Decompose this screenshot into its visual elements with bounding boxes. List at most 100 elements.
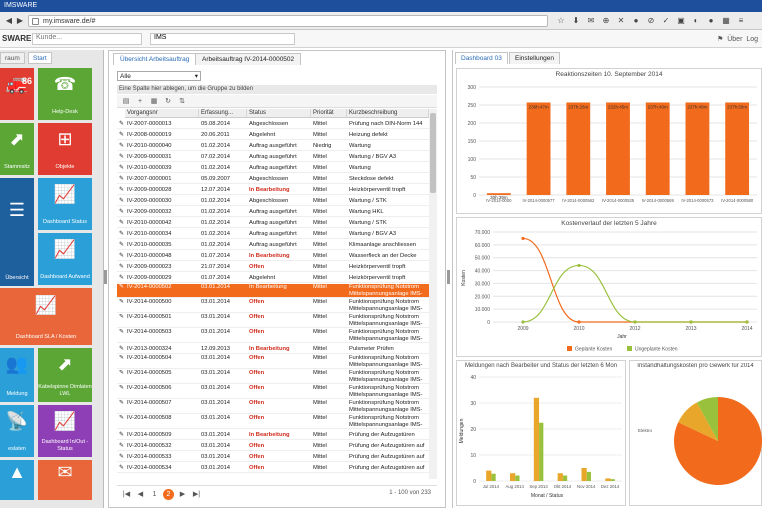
left-splitter[interactable] (104, 270, 107, 284)
toolbar-button[interactable]: ↻ (163, 97, 173, 106)
logout-link[interactable]: Log (746, 36, 758, 43)
toolbar-button[interactable]: ▦ (149, 97, 159, 106)
tab-uebersicht[interactable]: Übersicht Arbeitsauftrag (113, 53, 197, 65)
table-row[interactable]: ✎ IV-2010-0000035 01.02.2014 Auftrag ausgef… (117, 240, 429, 250)
table-row[interactable]: ✎ IV-2009-0000030 01.02.2014 Abgeschlossen M… (117, 196, 429, 206)
edit-icon[interactable]: ✎ (117, 163, 125, 173)
customer-search[interactable] (32, 33, 142, 45)
edit-icon[interactable]: ✎ (117, 400, 125, 407)
edit-icon[interactable]: ✎ (117, 370, 125, 377)
table-row[interactable]: ✎ IV-2007-0000001 05.09.2007 Abgeschlossen M… (117, 174, 429, 184)
edit-icon[interactable]: ✎ (117, 119, 125, 129)
edit-icon[interactable]: ✎ (117, 141, 125, 151)
toolbar-button[interactable]: ▤ (121, 97, 131, 106)
extension-icon[interactable]: ⬇ (571, 16, 581, 26)
tab-dashboard[interactable]: Dashboard 03 (455, 52, 508, 64)
global-search-input[interactable] (154, 34, 294, 41)
extension-icon[interactable]: ▦ (721, 16, 731, 26)
tile--bersicht[interactable]: ☰ Übersicht (0, 178, 34, 286)
global-search[interactable] (150, 33, 295, 45)
tile-help-desk[interactable]: ☎ Help-Desk (38, 68, 92, 120)
col-prioritaet[interactable]: Priorität (311, 109, 347, 118)
table-row[interactable]: ✎ IV-2009-0000032 01.02.2014 Auftrag ausgef… (117, 207, 429, 217)
extension-icon[interactable]: ◐ (691, 16, 701, 26)
tile-dashboard-in-out-status[interactable]: 📈 Dashboard In/Out - Status (38, 405, 92, 457)
table-row[interactable]: ✎ IV-2009-0000023 21.07.2014 Offen Mittel Hei… (117, 262, 429, 272)
table-row[interactable]: ✎ IV-2010-0000039 01.02.2014 Auftrag ausgef… (117, 163, 429, 173)
edit-icon[interactable]: ✎ (117, 441, 125, 451)
customer-search-input[interactable] (36, 34, 141, 41)
edit-icon[interactable]: ✎ (117, 314, 125, 321)
extension-icon[interactable]: ✉ (586, 16, 596, 26)
edit-icon[interactable]: ✎ (117, 174, 125, 184)
address-bar[interactable]: my.imsware.de/# (28, 15, 548, 27)
tab-start[interactable]: Start (28, 52, 52, 64)
edit-icon[interactable]: ✎ (117, 262, 125, 272)
edit-icon[interactable]: ✎ (117, 130, 125, 140)
col-erfassung[interactable]: Erfassung... (199, 109, 247, 118)
extension-icon[interactable]: ✕ (616, 16, 626, 26)
edit-icon[interactable]: ✎ (117, 299, 125, 306)
edit-icon[interactable]: ✎ (117, 196, 125, 206)
edit-icon[interactable]: ✎ (117, 218, 125, 228)
edit-icon[interactable]: ✎ (117, 284, 125, 291)
edit-icon[interactable]: ✎ (117, 415, 125, 422)
extension-icon[interactable]: ✓ (661, 16, 671, 26)
pager-button[interactable]: ▶ (177, 489, 188, 500)
pager-button[interactable]: 1 (149, 489, 160, 500)
extension-icon[interactable]: ≡ (736, 16, 746, 26)
group-drop-zone[interactable]: Eine Spalte hier ablegen, um die Gruppe … (117, 85, 437, 94)
tile-kabelspinne-dimlaten-lwl[interactable]: ⬈ Kabelspinne Dimlaten LWL (38, 348, 92, 402)
toolbar-button[interactable]: + (135, 97, 145, 106)
edit-icon[interactable]: ✎ (117, 430, 125, 440)
edit-icon[interactable]: ✎ (117, 229, 125, 239)
table-row[interactable]: ✎ IV-2014-0000504 03.01.2014 Offen Mittel Fun… (117, 355, 429, 369)
browser-tab[interactable]: IMSWARE (0, 0, 762, 12)
extension-icon[interactable]: ▣ (676, 16, 686, 26)
tab-arbeitsauftrag[interactable]: Arbeitsauftrag IV-2014-0000502 (195, 53, 302, 65)
forward-icon[interactable]: ▶ (15, 16, 25, 26)
table-row[interactable]: ✎ IV-2014-0000534 03.01.2014 Offen Mittel Prü… (117, 463, 429, 473)
table-row[interactable]: ✎ IV-2010-0000042 01.02.2014 Auftrag ausgef… (117, 218, 429, 228)
tile-item[interactable]: 🚒 86 (0, 68, 34, 120)
pager-button[interactable]: 2 (163, 489, 174, 500)
edit-icon[interactable]: ✎ (117, 251, 125, 261)
edit-icon[interactable]: ✎ (117, 152, 125, 162)
tile-item[interactable]: ✉ (38, 460, 92, 500)
col-vorgangsnr[interactable]: Vorgangsnr (125, 109, 199, 118)
tile-item[interactable]: ▲ (0, 460, 34, 500)
flag-icon[interactable]: ⚑ (717, 36, 723, 43)
table-row[interactable]: ✎ IV-2010-0000048 01.07.2014 In Bearbeitung… (117, 251, 429, 261)
table-row[interactable]: ✎ IV-2014-0000502 03.01.2014 In Bearbeitung… (117, 284, 429, 298)
tile-dashboard-status[interactable]: 📈 Dashboard Status (38, 178, 92, 230)
edit-icon[interactable]: ✎ (117, 207, 125, 217)
extension-icon[interactable]: ☆ (556, 16, 566, 26)
edit-icon[interactable]: ✎ (117, 355, 125, 362)
tile-eslaten[interactable]: 📡 eslaten (0, 405, 34, 457)
back-icon[interactable]: ◀ (4, 16, 14, 26)
tile-dashboard-sla-kosten[interactable]: 📈 Dashboard SLA / Kosten (0, 288, 92, 345)
extension-icon[interactable]: ⊘ (646, 16, 656, 26)
extension-icon[interactable]: ⊕ (601, 16, 611, 26)
tab-einstellungen[interactable]: Einstellungen (509, 52, 561, 64)
tile-meldung[interactable]: 👥 Meldung (0, 348, 34, 402)
edit-icon[interactable]: ✎ (117, 240, 125, 250)
table-row[interactable]: ✎ IV-2010-0000040 01.02.2014 Auftrag ausgef… (117, 141, 429, 151)
toolbar-button[interactable]: ⇅ (177, 97, 187, 106)
table-row[interactable]: ✎ IV-2008-0000019 20.06.2011 Abgelehnt Mitte… (117, 130, 429, 140)
pager-button[interactable]: |◀ (121, 489, 132, 500)
edit-icon[interactable]: ✎ (117, 329, 125, 336)
extension-icon[interactable]: ● (706, 16, 716, 26)
pager-button[interactable]: ▶| (191, 489, 202, 500)
table-row[interactable]: ✎ IV-2014-0000503 03.01.2014 Offen Mittel Fun… (117, 329, 429, 343)
edit-icon[interactable]: ✎ (117, 452, 125, 462)
filter-select[interactable]: Alle ▾ (117, 71, 201, 81)
table-row[interactable]: ✎ IV-2014-0000508 03.01.2014 Offen Mittel Fun… (117, 415, 429, 429)
edit-icon[interactable]: ✎ (117, 344, 125, 354)
extension-icon[interactable]: ● (631, 16, 641, 26)
table-row[interactable]: ✎ IV-2014-0000533 03.01.2014 Offen Mittel Prü… (117, 452, 429, 462)
table-row[interactable]: ✎ IV-2014-0000500 03.01.2014 Offen Mittel Fun… (117, 299, 429, 313)
table-row[interactable]: ✎ IV-2013-0000324 12.09.2013 In Bearbeitung… (117, 344, 429, 354)
edit-icon[interactable]: ✎ (117, 385, 125, 392)
tile-stammsitz[interactable]: ⬈ Stammsitz (0, 123, 34, 175)
